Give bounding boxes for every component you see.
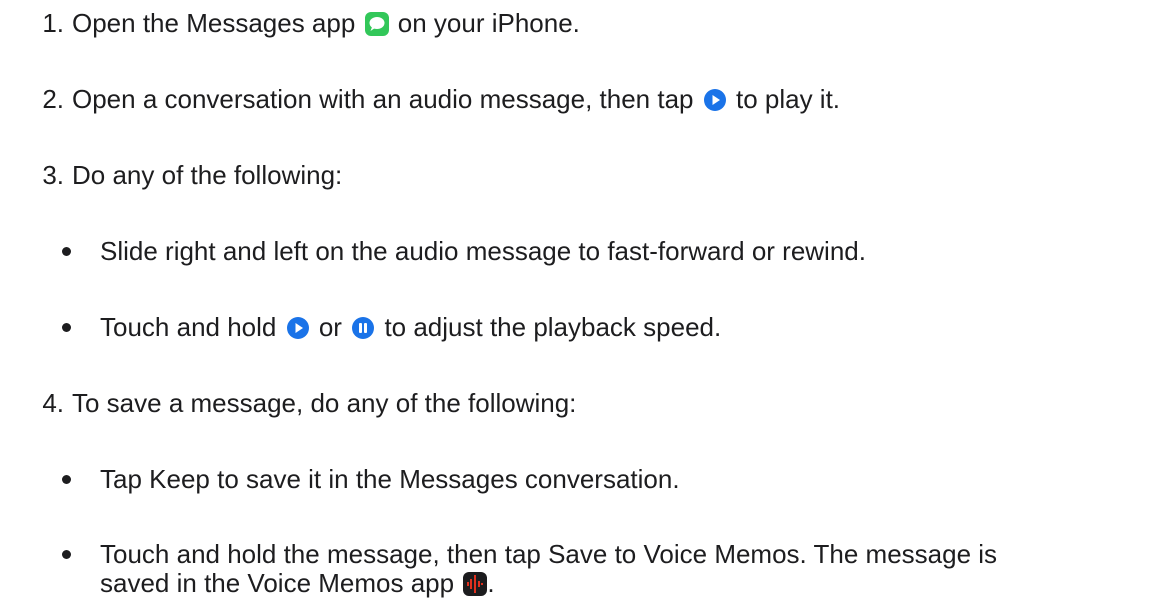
step-text: Open a conversation with an audio messag… [72, 84, 694, 114]
voice-memos-app-icon [463, 572, 488, 596]
bullet-dot [62, 323, 71, 332]
step-number: 3. [42, 160, 64, 190]
step-number: 1. [42, 8, 64, 38]
bullet-text: Tap Keep to save it in the Messages conv… [100, 464, 680, 494]
play-button-icon [286, 316, 310, 340]
play-button-icon [703, 88, 727, 112]
messages-app-icon [364, 12, 389, 36]
bullet-dot [62, 550, 71, 559]
bullet-text-line-2: saved in the Voice Memos app [100, 568, 455, 598]
bullet-text: Touch and hold [100, 312, 277, 342]
bullet-text-period: . [487, 568, 495, 598]
step-text: Do any of the following: [72, 160, 343, 190]
step-text-tail: on your iPhone. [397, 8, 580, 38]
step-text: Open the Messages app [72, 8, 356, 38]
step-text-tail: to play it. [735, 84, 841, 114]
bullet-text-or: or [318, 312, 342, 342]
bullet-text-tail: to adjust the playback speed. [384, 312, 722, 342]
bullet-dot [62, 475, 71, 484]
step-text: To save a message, do any of the followi… [72, 388, 577, 418]
pause-button-icon [351, 316, 375, 340]
bullet-dot [62, 247, 71, 256]
step-number: 2. [42, 84, 64, 114]
bullet-text: Slide right and left on the audio messag… [100, 236, 866, 266]
step-number: 4. [42, 388, 64, 418]
